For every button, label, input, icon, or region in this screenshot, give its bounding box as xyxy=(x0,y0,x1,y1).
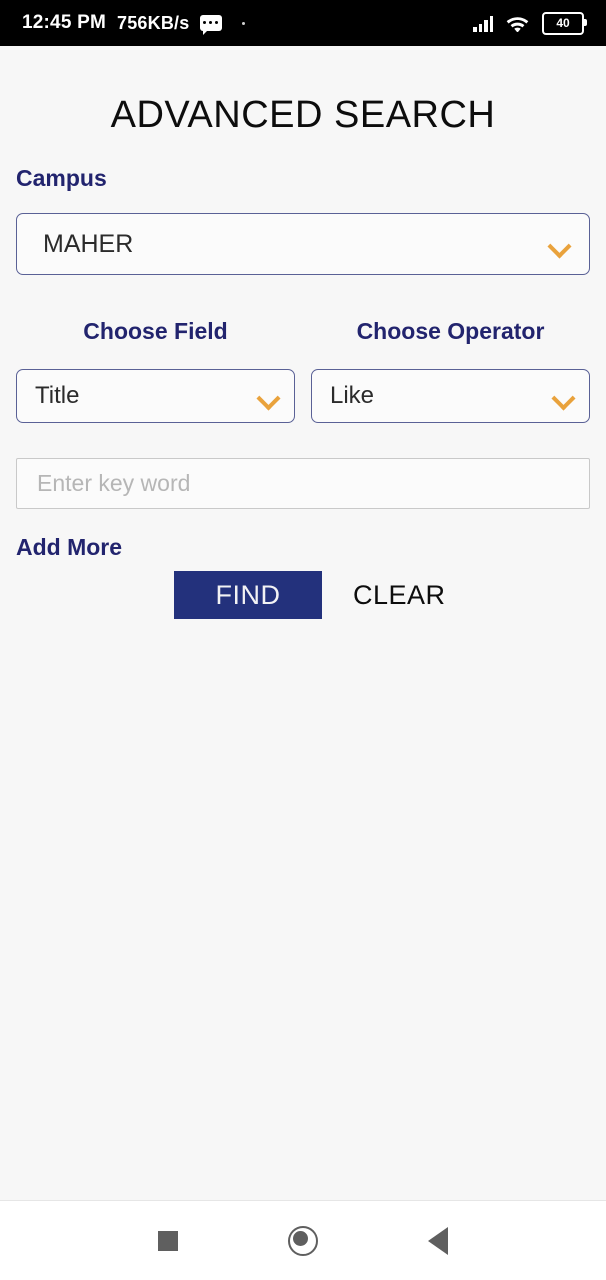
status-bar-right: 40 xyxy=(473,11,587,35)
android-navigation-bar xyxy=(0,1200,606,1280)
add-more-link[interactable]: Add More xyxy=(16,534,122,561)
chevron-down-icon xyxy=(553,390,575,403)
campus-label: Campus xyxy=(16,165,107,191)
message-icon xyxy=(200,15,223,35)
wifi-icon xyxy=(506,14,529,33)
status-clock: 12:45 PM xyxy=(22,12,106,33)
phone-screen: 12:45 PM 756KB/s 40 ADVANCED SEARCH Camp… xyxy=(0,0,606,1280)
keyword-input[interactable] xyxy=(16,458,590,509)
circle-home-icon[interactable] xyxy=(288,1226,318,1256)
status-bar-left: 12:45 PM 756KB/s xyxy=(22,12,246,35)
field-dropdown[interactable]: Title xyxy=(16,369,295,423)
status-bar: 12:45 PM 756KB/s 40 xyxy=(0,0,606,46)
chevron-down-icon xyxy=(549,238,571,251)
choose-operator-label: Choose Operator xyxy=(356,318,545,344)
choose-field-label: Choose Field xyxy=(83,318,228,344)
page-title: ADVANCED SEARCH xyxy=(110,94,496,136)
main-content: ADVANCED SEARCH Campus MAHER Choose Fiel… xyxy=(0,46,606,1200)
battery-level-label: 40 xyxy=(556,16,570,30)
campus-dropdown[interactable]: MAHER xyxy=(16,213,590,275)
operator-selected-value: Like xyxy=(330,382,375,409)
network-speed-indicator: 756KB/s xyxy=(116,12,190,33)
battery-icon: 40 xyxy=(542,11,587,35)
cellular-signal-icon xyxy=(473,15,493,32)
triangle-back-icon[interactable] xyxy=(428,1227,448,1255)
field-selected-value: Title xyxy=(35,382,80,409)
chevron-down-icon xyxy=(258,390,280,403)
operator-dropdown[interactable]: Like xyxy=(311,369,590,423)
notification-dot-icon xyxy=(242,21,246,25)
campus-selected-value: MAHER xyxy=(43,229,134,258)
square-recents-icon[interactable] xyxy=(158,1231,178,1251)
clear-button[interactable]: CLEAR xyxy=(353,571,445,619)
find-button[interactable]: FIND xyxy=(174,571,322,619)
